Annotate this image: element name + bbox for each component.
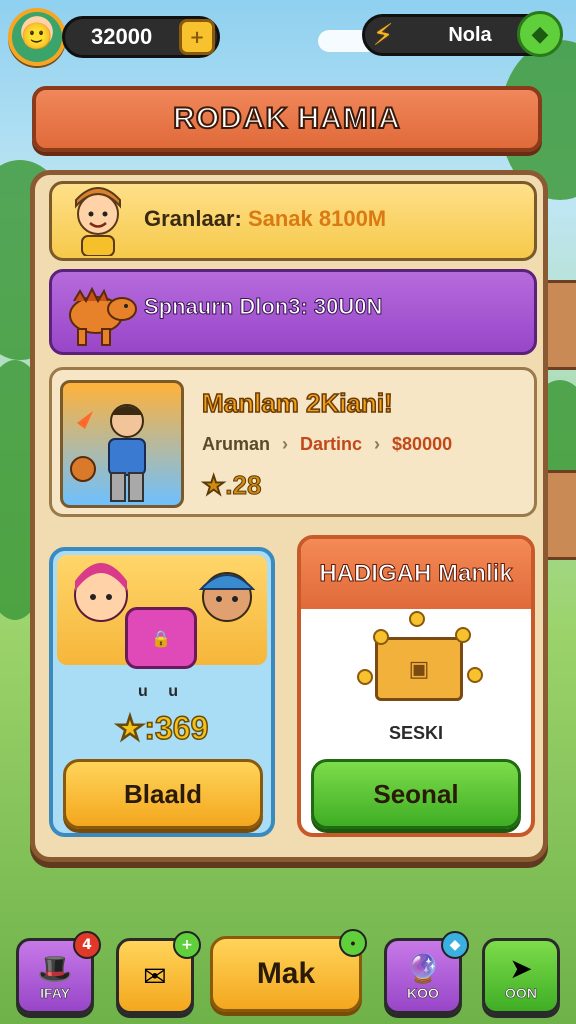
nav-item-koo[interactable]: 🔮 KOO ◆	[384, 931, 469, 1014]
bottom-nav: 🎩 IFAY 4 ✉ + Mak • 🔮 KOO ◆ ➤ OON	[0, 924, 576, 1020]
dino-icon	[60, 276, 140, 348]
dot-badge: •	[339, 929, 367, 957]
player-avatar[interactable]: 🙂	[8, 8, 66, 66]
notification-badge: 4	[73, 931, 101, 959]
coin-icon	[455, 627, 471, 643]
gem-orb-icon: 🔮	[405, 951, 441, 985]
coin-icon	[409, 611, 425, 627]
meta-price: $80000	[392, 434, 453, 454]
nav-label: KOO	[407, 984, 439, 1001]
hat-icon: 🎩	[37, 951, 73, 985]
reward-card-right: HADIGAH Manlik ▣ SESKI Seonal	[297, 535, 535, 837]
coin-value: 32000	[91, 24, 153, 49]
card-left-sub: u u	[138, 683, 186, 700]
coin-box-icon[interactable]: +	[179, 19, 215, 55]
reward-card-left: 🔒 u u ★:369 Blaald	[49, 547, 275, 837]
title-banner: RODAK HAMIA	[32, 86, 542, 152]
coin-icon	[467, 667, 483, 683]
chevron-right-icon: ›	[374, 434, 381, 454]
blaald-button[interactable]: Blaald	[63, 759, 263, 829]
lightning-bolt-icon: ⚡	[372, 17, 394, 53]
main-panel: Granlaar: Sanak 8100M Spnaurn Dlon3: 30U…	[30, 170, 548, 862]
green-gem-icon[interactable]: ◆	[517, 11, 563, 57]
nav-item-oon[interactable]: ➤ OON	[482, 938, 560, 1014]
card-left-value: ★:369	[115, 709, 209, 747]
nav-label: IFAY	[40, 984, 70, 1001]
featured-meta: Aruman › Dartinc › $80000	[202, 434, 452, 455]
card-right-header: HADIGAH Manlik	[301, 539, 531, 609]
envelope-icon: ✉	[143, 959, 167, 993]
coin-icon	[373, 629, 389, 645]
meta-category: Aruman	[202, 434, 271, 454]
coin-counter: 32000 +	[62, 16, 220, 58]
energy-label: Nola	[448, 23, 492, 46]
featured-card[interactable]: Manlam 2Kiani! Aruman › Dartinc › $80000…	[49, 367, 537, 517]
chevron-right-icon: ›	[282, 434, 289, 454]
treasure-box-icon: ▣	[375, 637, 463, 701]
meta-sub: Dartinc	[300, 434, 363, 454]
featured-title: Manlam 2Kiani!	[201, 387, 393, 419]
gift-chest-icon: 🔒	[125, 607, 197, 669]
featured-character-image	[60, 380, 184, 508]
share-arrow-icon: ➤	[509, 951, 533, 985]
nav-item-mail[interactable]: ✉ +	[116, 931, 201, 1014]
boy-avatar-icon	[62, 176, 134, 260]
page-title: RODAK HAMIA	[172, 101, 401, 136]
card-right-sub: SESKI	[388, 723, 444, 743]
list-item-spnaurn[interactable]: Spnaurn Dlon3: 30U0N	[49, 269, 537, 355]
row-text: Spnaurn Dlon3: 30U0N	[143, 294, 383, 320]
seonal-button[interactable]: Seonal	[311, 759, 521, 829]
add-badge: +	[173, 931, 201, 959]
list-item-granlaar[interactable]: Granlaar: Sanak 8100M	[49, 181, 537, 261]
diamond-badge: ◆	[441, 931, 469, 959]
row-text: Granlaar: Sanak 8100M	[144, 206, 387, 231]
nav-item-ifay[interactable]: 🎩 IFAY 4	[16, 931, 101, 1014]
nav-label: OON	[505, 984, 537, 1001]
nav-main-button[interactable]: Mak •	[210, 929, 367, 1012]
energy-counter: ⚡ Nola ◆	[362, 11, 563, 57]
top-bar: 🙂 32000 + ⚡ Nola ◆	[0, 0, 576, 72]
featured-rating: ★.28	[201, 470, 262, 501]
coin-icon	[357, 669, 373, 685]
